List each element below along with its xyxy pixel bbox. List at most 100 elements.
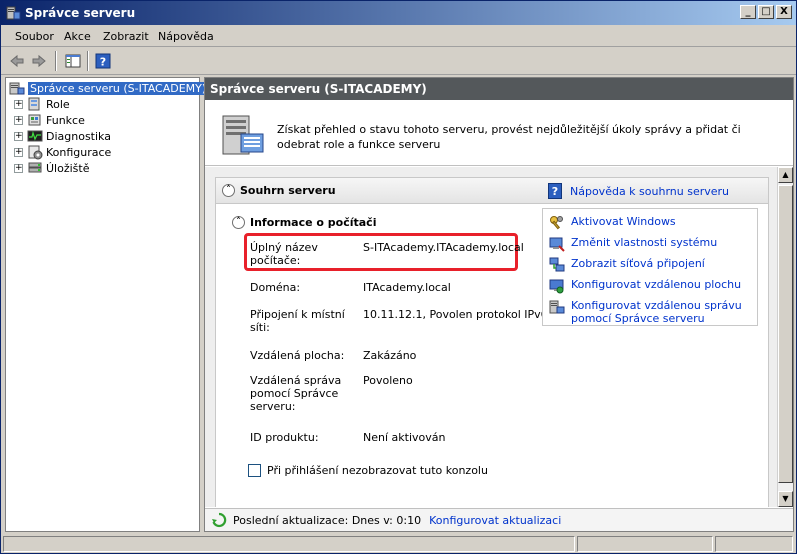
svg-text:?: ? xyxy=(100,56,106,69)
summary-scroll-area[interactable]: ˄ Souhrn serveru ? Nápověda k souhrnu se… xyxy=(205,167,777,507)
toolbar-separator xyxy=(55,51,57,71)
expand-icon[interactable]: + xyxy=(14,99,23,109)
task-remote-management[interactable]: Konfigurovat vzdálenou správu pomocí Spr… xyxy=(549,299,751,325)
task-activate-windows[interactable]: Aktivovat Windows xyxy=(549,215,676,231)
field-value-product-id: Není aktivován xyxy=(363,431,446,444)
collapse-section-button[interactable]: ˄ xyxy=(222,184,235,197)
status-panel-tertiary xyxy=(715,536,793,552)
back-button[interactable] xyxy=(7,51,27,71)
field-label-full-name: Úplný název počítače: xyxy=(250,241,318,267)
expand-icon[interactable]: + xyxy=(14,115,23,125)
toolbar: ? xyxy=(1,47,796,75)
title-bar[interactable]: Správce serveru _ □ X xyxy=(1,1,796,25)
menu-action[interactable]: Akce xyxy=(64,30,91,43)
field-value-network: 10.11.12.1, Povolen protokol IPv6 xyxy=(363,308,548,321)
tree-item-diagnostics[interactable]: + Diagnostika xyxy=(14,128,111,144)
menu-view[interactable]: Zobrazit xyxy=(103,30,149,43)
last-update-text: Poslední aktualizace: Dnes v: 0:10 xyxy=(233,513,422,527)
tree-item-label: Role xyxy=(46,97,70,111)
configure-update-link[interactable]: Konfigurovat aktualizaci xyxy=(429,514,561,527)
field-label-domain: Doména: xyxy=(250,281,301,294)
server-manager-app-icon xyxy=(6,6,21,20)
task-network-connections[interactable]: Zobrazit síťová připojení xyxy=(549,257,705,273)
tree-item-label: Úložiště xyxy=(46,161,90,175)
tree-item-features[interactable]: + Funkce xyxy=(14,112,85,128)
network-connections-icon xyxy=(549,257,565,272)
section-title: Souhrn serveru xyxy=(240,184,336,197)
storage-icon xyxy=(28,162,42,173)
field-value-domain: ITAcademy.local xyxy=(363,281,451,294)
tree-item-label: Konfigurace xyxy=(46,145,112,159)
server-manager-window: Správce serveru _ □ X Soubor Akce Zobraz… xyxy=(0,0,797,554)
collapse-info-button[interactable]: ˄ xyxy=(232,216,245,229)
system-properties-icon xyxy=(549,237,565,252)
features-icon xyxy=(28,114,41,126)
server-manager-icon xyxy=(9,82,25,95)
configuration-icon xyxy=(28,145,43,160)
expand-icon[interactable]: + xyxy=(14,131,23,141)
field-label-remote-desktop: Vzdálená plocha: xyxy=(250,349,345,362)
server-summary-section: ˄ Souhrn serveru ? Nápověda k souhrnu se… xyxy=(215,177,769,507)
minimize-button[interactable]: _ xyxy=(740,5,756,19)
scroll-up-button[interactable]: ▲ xyxy=(778,167,793,183)
field-value-remote-desktop: Zakázáno xyxy=(363,349,417,362)
content-pane: Správce serveru (S-ITACADEMY) Získat pře… xyxy=(204,77,794,532)
maximize-button[interactable]: □ xyxy=(758,5,774,19)
help-link-text[interactable]: Nápověda k souhrnu serveru xyxy=(570,185,729,198)
hide-console-checkbox-row[interactable]: Při přihlášení nezobrazovat tuto konzolu xyxy=(248,464,488,477)
hide-console-checkbox[interactable] xyxy=(248,464,261,477)
summary-help-link[interactable]: ? Nápověda k souhrnu serveru xyxy=(548,183,729,199)
task-system-properties[interactable]: Změnit vlastnosti systému xyxy=(549,236,717,252)
tree-root-label: Správce serveru (S-ITACADEMY) xyxy=(28,81,209,95)
server-icon xyxy=(222,115,264,155)
tree-item-label: Funkce xyxy=(46,113,85,127)
refresh-status-strip: Poslední aktualizace: Dnes v: 0:10 Konfi… xyxy=(205,508,793,531)
toolbar-separator xyxy=(87,51,89,71)
tree-item-roles[interactable]: + Role xyxy=(14,96,70,112)
window-title: Správce serveru xyxy=(25,6,136,20)
back-arrow-icon xyxy=(10,54,24,68)
server-manager-icon xyxy=(549,300,565,314)
field-label-product-id: ID produktu: xyxy=(250,431,319,444)
menu-bar: Soubor Akce Zobrazit Nápověda xyxy=(1,25,796,47)
forward-arrow-icon xyxy=(32,54,46,68)
status-bar xyxy=(1,534,796,553)
status-panel-main xyxy=(3,536,575,552)
computer-info-title: Informace o počítači xyxy=(250,216,377,229)
tree-item-server-manager[interactable]: Správce serveru (S-ITACADEMY) xyxy=(9,80,209,96)
refresh-icon xyxy=(212,512,227,528)
status-panel-secondary xyxy=(577,536,713,552)
navigation-tree[interactable]: Správce serveru (S-ITACADEMY) + Role + F… xyxy=(5,77,209,532)
tree-item-configuration[interactable]: + Konfigurace xyxy=(14,144,111,160)
field-value-remote-management: Povoleno xyxy=(363,374,413,387)
roles-icon xyxy=(28,97,40,111)
menu-file[interactable]: Soubor xyxy=(15,30,54,43)
help-icon: ? xyxy=(95,53,111,69)
hide-console-label: Při přihlášení nezobrazovat tuto konzolu xyxy=(267,464,488,477)
task-remote-desktop[interactable]: Konfigurovat vzdálenou plochu xyxy=(549,278,741,294)
tree-item-label: Diagnostika xyxy=(46,129,111,143)
remote-desktop-icon xyxy=(549,279,564,294)
scroll-thumb[interactable] xyxy=(778,185,793,483)
tasks-panel: Aktivovat Windows Změnit vlastnosti syst… xyxy=(542,208,758,326)
field-label-network: Připojení k místní síti: xyxy=(250,308,345,334)
field-value-full-name: S-ITAcademy.ITAcademy.local xyxy=(363,241,524,254)
content-header: Správce serveru (S-ITACADEMY) xyxy=(205,78,793,100)
tree-item-storage[interactable]: + Úložiště xyxy=(14,160,89,176)
section-header: ˄ Souhrn serveru ? Nápověda k souhrnu se… xyxy=(216,178,768,204)
keys-icon xyxy=(550,216,563,230)
expand-icon[interactable]: + xyxy=(14,147,23,157)
diagnostics-icon xyxy=(27,130,43,142)
intro-panel: Získat přehled o stavu tohoto serveru, p… xyxy=(205,100,793,166)
help-button[interactable]: ? xyxy=(93,51,113,71)
scroll-down-button[interactable]: ▼ xyxy=(778,491,793,507)
vertical-scrollbar[interactable]: ▲ ▼ xyxy=(777,167,793,507)
show-hide-tree-icon xyxy=(65,54,81,68)
menu-help[interactable]: Nápověda xyxy=(158,30,214,43)
forward-button[interactable] xyxy=(29,51,49,71)
expand-icon[interactable]: + xyxy=(14,163,23,173)
intro-text: Získat přehled o stavu tohoto serveru, p… xyxy=(277,123,741,151)
show-hide-tree-button[interactable] xyxy=(63,51,83,71)
help-icon: ? xyxy=(548,183,562,199)
close-button[interactable]: X xyxy=(776,5,792,19)
